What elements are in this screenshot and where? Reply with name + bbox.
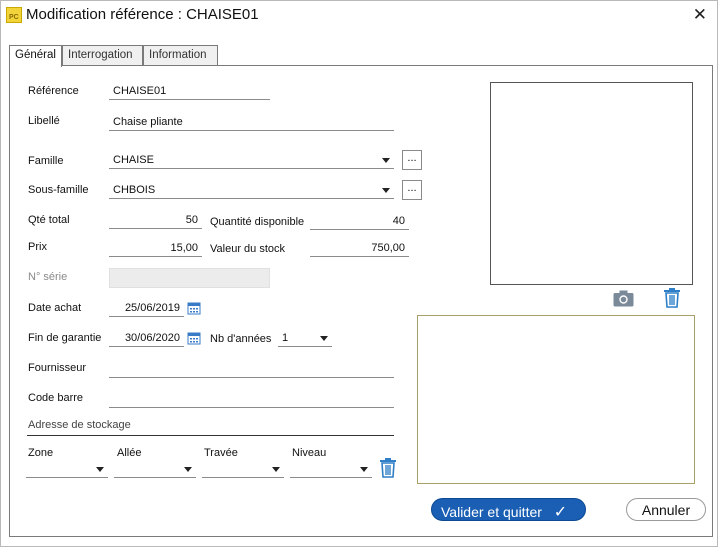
fournisseur-field[interactable] [109, 360, 394, 378]
zone-label: Zone [28, 447, 54, 459]
chevron-down-icon [360, 467, 368, 472]
numero-serie-field [109, 268, 270, 288]
allee-select[interactable] [114, 460, 196, 478]
date-achat-field[interactable]: 25/06/2019 [109, 299, 184, 317]
tab-information[interactable]: Information [143, 45, 218, 66]
validate-button-label: Valider et quitter [441, 504, 542, 520]
date-achat-label: Date achat [28, 302, 82, 314]
close-icon[interactable]: ✕ [693, 5, 707, 25]
calendar-icon[interactable] [187, 301, 201, 315]
sous-famille-label: Sous-famille [28, 184, 89, 196]
title-bar: PC Modification référence : CHAISE01 ✕ [1, 1, 717, 29]
qte-total-label: Qté total [28, 214, 70, 226]
code-barre-field[interactable] [109, 390, 394, 408]
famille-select[interactable]: CHAISE [109, 151, 394, 169]
numero-serie-label: N° série [28, 271, 68, 283]
famille-browse-button[interactable]: ... [402, 150, 422, 170]
prix-label: Prix [28, 241, 47, 253]
window-title: Modification référence : CHAISE01 [26, 6, 259, 23]
code-barre-label: Code barre [28, 392, 84, 404]
memo-textarea[interactable] [417, 315, 695, 484]
niveau-label: Niveau [292, 447, 327, 459]
fournisseur-label: Fournisseur [28, 362, 87, 374]
section-divider [27, 435, 394, 436]
niveau-select[interactable] [290, 460, 372, 478]
fin-garantie-field[interactable]: 30/06/2020 [109, 329, 184, 347]
camera-icon[interactable] [613, 290, 634, 307]
nb-annees-label: Nb d'années [210, 333, 272, 345]
dialog-window: PC Modification référence : CHAISE01 ✕ G… [0, 0, 718, 547]
libelle-field[interactable]: Chaise pliante [109, 113, 394, 131]
allee-label: Allée [117, 447, 142, 459]
validate-and-quit-button[interactable]: Valider et quitter ✓ [431, 498, 586, 521]
checkmark-icon: ✓ [553, 504, 568, 521]
stockage-section-title: Adresse de stockage [28, 419, 131, 431]
chevron-down-icon [272, 467, 280, 472]
quantite-disponible-field[interactable]: 40 [310, 212, 409, 230]
qte-total-field[interactable]: 50 [109, 211, 202, 229]
sous-famille-select[interactable]: CHBOIS [109, 181, 394, 199]
travee-label: Travée [204, 447, 238, 459]
chevron-down-icon [96, 467, 104, 472]
cancel-button[interactable]: Annuler [626, 498, 706, 521]
quantite-disponible-label: Quantité disponible [210, 216, 305, 228]
prix-field[interactable]: 15,00 [109, 239, 202, 257]
zone-select[interactable] [26, 460, 108, 478]
famille-label: Famille [28, 155, 64, 167]
calendar-icon[interactable] [187, 331, 201, 345]
nb-annees-select[interactable]: 1 [278, 329, 332, 347]
sous-famille-value: CHBOIS [113, 184, 156, 196]
chevron-down-icon [382, 188, 390, 193]
reference-label: Référence [28, 85, 79, 97]
fin-garantie-label: Fin de garantie [28, 332, 102, 344]
valeur-stock-label: Valeur du stock [210, 243, 286, 255]
chevron-down-icon [184, 467, 192, 472]
app-icon: PC [6, 7, 22, 23]
trash-icon[interactable] [379, 458, 397, 478]
tab-general[interactable]: Général [9, 45, 62, 67]
chevron-down-icon [320, 336, 328, 341]
tab-interrogation[interactable]: Interrogation [62, 45, 143, 66]
sous-famille-browse-button[interactable]: ... [402, 180, 422, 200]
travee-select[interactable] [202, 460, 284, 478]
valeur-stock-field[interactable]: 750,00 [310, 239, 409, 257]
image-preview[interactable] [490, 82, 693, 285]
libelle-label: Libellé [28, 115, 60, 127]
chevron-down-icon [382, 158, 390, 163]
famille-value: CHAISE [113, 154, 154, 166]
trash-icon[interactable] [663, 288, 681, 308]
nb-annees-value: 1 [282, 332, 289, 344]
reference-field[interactable]: CHAISE01 [109, 82, 270, 100]
